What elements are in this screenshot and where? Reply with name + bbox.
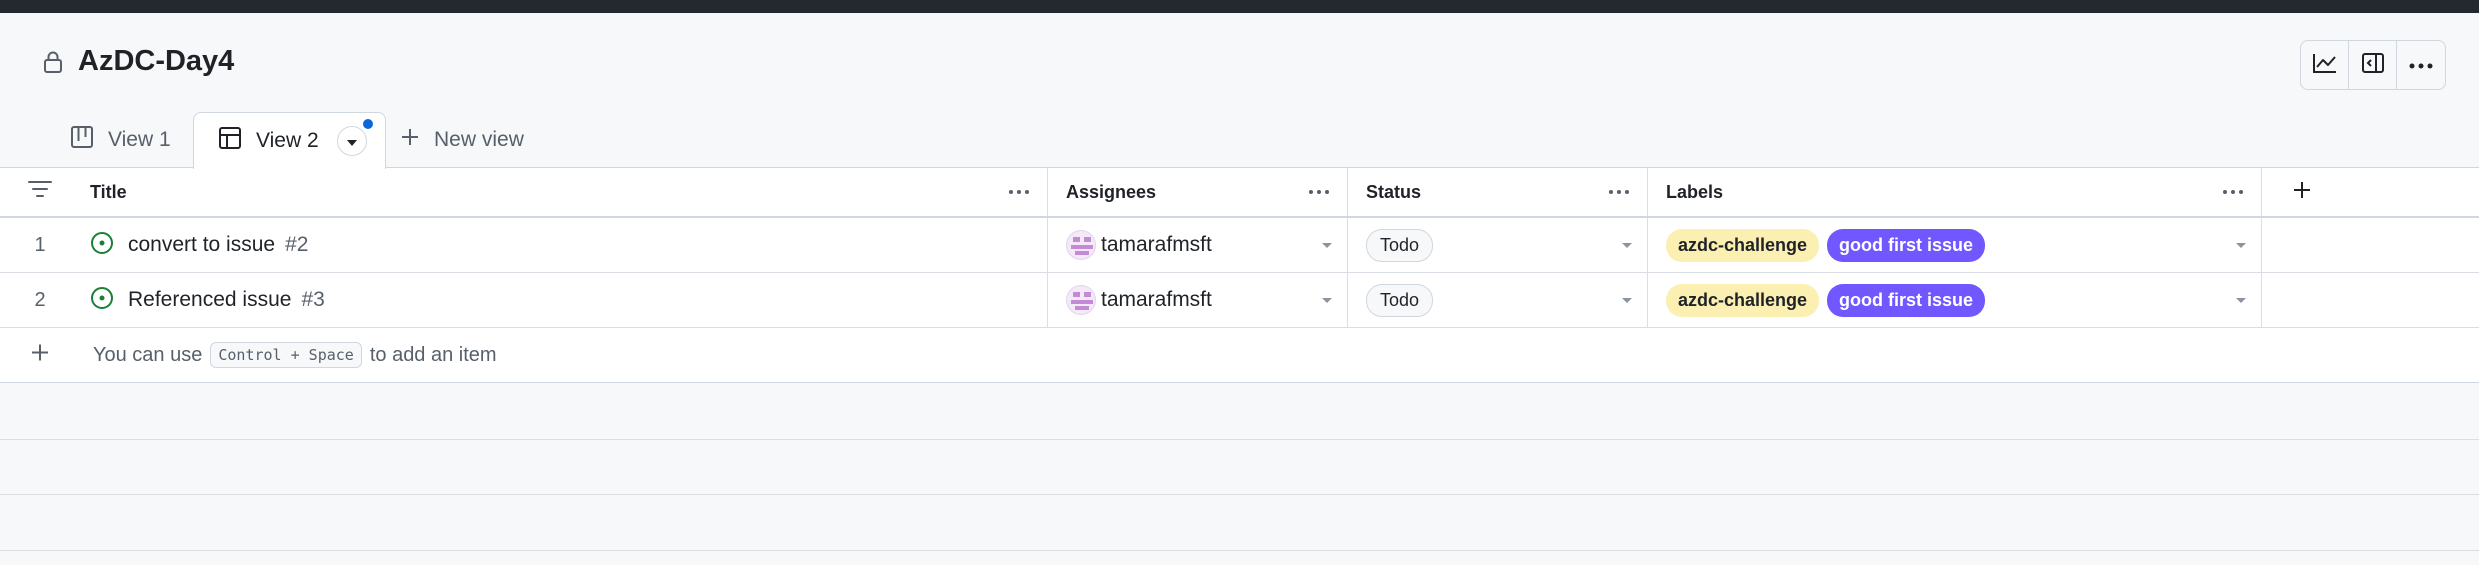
insights-icon (2312, 52, 2338, 79)
assignee-cell[interactable]: tamarafmsft (1048, 218, 1348, 272)
project-table: Title Assignees Status Labels 1 convert … (0, 167, 2479, 383)
avatar (1066, 230, 1096, 260)
row-index: 2 (34, 288, 46, 311)
status-badge: Todo (1366, 283, 1434, 317)
assignee-cell[interactable]: tamarafmsft (1048, 273, 1348, 327)
column-menu-icon[interactable] (1009, 190, 1029, 194)
view-tabs: View 1 View 2 New view (0, 112, 2479, 169)
empty-cell (2262, 218, 2479, 272)
row-index: 1 (34, 233, 46, 256)
lock-icon (42, 50, 64, 74)
empty-cell (2262, 273, 2479, 327)
divider (0, 494, 2479, 495)
chevron-down-icon[interactable] (1321, 291, 1333, 309)
chevron-down-icon[interactable] (1321, 236, 1333, 254)
project-title-wrap: AzDC-Day4 (42, 45, 234, 78)
insights-button[interactable] (2301, 41, 2349, 89)
tab-label: View 1 (108, 128, 171, 151)
table-row[interactable]: 1 convert to issue #2 tamarafmsft Todo a… (0, 218, 2479, 273)
assignee-name: tamarafmsft (1101, 233, 1212, 256)
column-header-status[interactable]: Status (1348, 168, 1648, 216)
column-header-assignees[interactable]: Assignees (1048, 168, 1348, 216)
plus-icon (2292, 180, 2312, 205)
column-header-title[interactable]: Title (80, 168, 1048, 216)
table-row[interactable]: 2 Referenced issue #3 tamarafmsft Todo a… (0, 273, 2479, 328)
unsaved-changes-dot (360, 117, 375, 131)
add-item-hint: You can use Control + Space to add an it… (93, 342, 497, 368)
status-cell[interactable]: Todo (1348, 218, 1648, 272)
title-cell[interactable]: Referenced issue #3 (80, 273, 1048, 327)
avatar (1066, 285, 1096, 315)
label-good-first-issue: good first issue (1827, 228, 1986, 262)
new-view-label: New view (434, 128, 524, 151)
triangle-down-icon (346, 129, 358, 153)
title-cell[interactable]: convert to issue #2 (80, 218, 1048, 272)
plus-icon (400, 127, 420, 153)
table-icon (218, 126, 242, 156)
divider (0, 439, 2479, 440)
column-label: Labels (1666, 181, 1724, 202)
project-header: AzDC-Day4 (0, 13, 2479, 108)
table-header-row: Title Assignees Status Labels (0, 168, 2479, 218)
column-label: Status (1366, 181, 1422, 202)
status-badge: Todo (1366, 228, 1434, 262)
issue-number: #3 (301, 288, 325, 311)
labels-cell[interactable]: azdc-challenge good first issue (1648, 218, 2262, 272)
view-options-button[interactable] (336, 117, 375, 156)
tab-view-1[interactable]: View 1 (70, 112, 171, 168)
board-icon (70, 125, 94, 155)
more-options-button[interactable] (2397, 41, 2445, 89)
column-menu-icon[interactable] (2223, 190, 2243, 194)
chevron-down-icon[interactable] (2235, 236, 2247, 254)
add-item-row[interactable]: You can use Control + Space to add an it… (0, 328, 2479, 383)
column-label: Assignees (1066, 181, 1157, 202)
kebab-horizontal-icon (2409, 56, 2433, 74)
issue-title-link[interactable]: Referenced issue (128, 288, 291, 312)
filter-button[interactable] (0, 168, 80, 216)
column-menu-icon[interactable] (1609, 190, 1629, 194)
tab-label: View 2 (256, 129, 319, 152)
tab-view-2[interactable]: View 2 (193, 112, 386, 169)
keyboard-shortcut: Control + Space (210, 342, 362, 368)
label-good-first-issue: good first issue (1827, 283, 1986, 317)
issue-number: #2 (285, 233, 309, 256)
add-item-prefix: You can use (93, 343, 203, 366)
label-azdc-challenge: azdc-challenge (1666, 228, 1820, 262)
labels-cell[interactable]: azdc-challenge good first issue (1648, 273, 2262, 327)
filter-icon (28, 180, 52, 204)
header-actions (2300, 40, 2446, 90)
page-title: AzDC-Day4 (78, 45, 235, 77)
column-label: Title (90, 181, 127, 202)
add-item-suffix: to add an item (369, 343, 497, 366)
column-menu-icon[interactable] (1309, 190, 1329, 194)
column-header-labels[interactable]: Labels (1648, 168, 2262, 216)
sidebar-panel-icon (2361, 52, 2385, 79)
plus-icon[interactable] (30, 343, 50, 368)
new-view-button[interactable]: New view (400, 112, 524, 168)
chevron-down-icon[interactable] (1621, 236, 1633, 254)
top-bar (0, 0, 2479, 13)
divider (0, 550, 2479, 551)
status-cell[interactable]: Todo (1348, 273, 1648, 327)
chevron-down-icon[interactable] (2235, 291, 2247, 309)
issue-open-icon (90, 231, 114, 260)
issue-title-link[interactable]: convert to issue (128, 233, 275, 257)
sidebar-toggle-button[interactable] (2349, 41, 2397, 89)
add-field-button[interactable] (2262, 168, 2479, 216)
assignee-name: tamarafmsft (1101, 288, 1212, 311)
label-azdc-challenge: azdc-challenge (1666, 283, 1820, 317)
chevron-down-icon[interactable] (1621, 291, 1633, 309)
issue-open-icon (90, 286, 114, 315)
